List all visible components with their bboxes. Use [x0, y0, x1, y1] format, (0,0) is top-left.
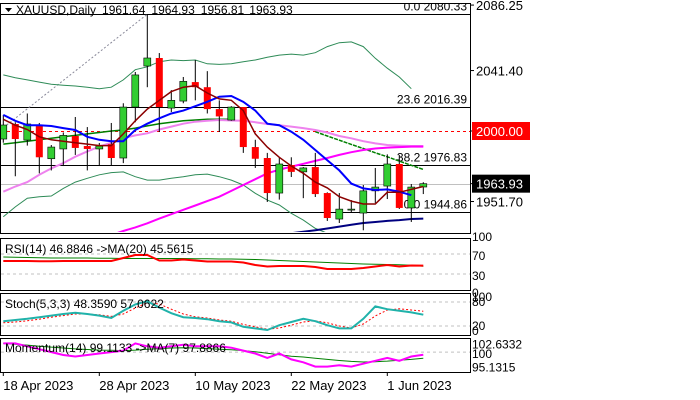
bollinger-lower-band: [2, 171, 326, 232]
candle: [191, 60, 199, 101]
time-axis-label: 1 Jun 2023: [387, 378, 451, 393]
price-axis-label: 1951.70: [476, 195, 523, 210]
price-axis-label: 2086.25: [476, 0, 523, 13]
price-axis-label: 2041.40: [476, 64, 523, 79]
candle-body: [251, 147, 259, 159]
stoch-label: Stoch(5,3,3) 48.3590 57.0622: [5, 297, 164, 311]
price-axis-label: 2000.00: [476, 124, 523, 139]
stoch-axis-label: 100: [472, 290, 492, 304]
time-axis-label: 10 May 2023: [195, 378, 270, 393]
price-chart[interactable]: 0.0 2080.3323.6 2016.3938.2 1976.830.0 1…: [0, 0, 700, 400]
candle-body: [335, 208, 344, 220]
rsi-line: [3, 254, 424, 270]
main-plot: 0.0 2080.3323.6 2016.3938.2 1976.830.0 1…: [1, 0, 470, 232]
momentum-label: Momentum(14) 99.1133 ->MA(7) 97.8866: [5, 341, 226, 355]
rsi-axis-label: 100: [472, 230, 492, 244]
candle-body: [347, 208, 356, 211]
candle-body: [323, 193, 331, 219]
candle: [323, 192, 331, 221]
candle: [11, 122, 19, 177]
momentum-axis-label: 100: [472, 347, 492, 361]
candle-body: [83, 146, 91, 149]
candle-body: [35, 126, 43, 158]
candle-body: [23, 123, 32, 141]
candle-body: [47, 146, 56, 160]
candle: [179, 76, 188, 104]
chart-window: 0.0 2080.33 23.6 2016.39 38.2 1976.83 0.0 1…: [0, 0, 700, 400]
candle-body: [143, 57, 152, 67]
candle: [215, 100, 223, 133]
rsi-axis-label: 70: [472, 249, 486, 263]
candle: [263, 152, 271, 202]
title-part: 1961.64: [102, 3, 146, 17]
fib-level-label: 23.6 2016.39: [397, 93, 467, 107]
candle-body: [395, 163, 403, 208]
candle-body: [275, 163, 284, 194]
candle: [143, 14, 152, 88]
rsi-axis-label: 30: [472, 269, 486, 283]
title-part: 1956.81: [201, 3, 245, 17]
candle-body: [227, 106, 236, 121]
time-axis-label: 28 Apr 2023: [99, 378, 169, 393]
candle-body: [95, 145, 104, 150]
candle: [95, 142, 104, 167]
time-axis-label: 18 Apr 2023: [3, 378, 73, 393]
fib-level-label: 0.0 2080.33: [404, 0, 468, 14]
candle: [131, 72, 140, 123]
title-part: 1963.93: [249, 3, 293, 17]
candle: [419, 182, 428, 195]
candle: [251, 139, 259, 168]
fib-level-label: 38.2 1976.83: [397, 151, 467, 165]
time-axis-label: 22 May 2023: [291, 378, 366, 393]
rsi-label: RSI(14) 46.8846 ->MA(20) 45.5615: [5, 242, 194, 256]
candle-body: [263, 158, 271, 194]
candle: [71, 116, 79, 155]
candle-body: [239, 107, 247, 148]
title-part: XAUUSD,Daily: [16, 3, 96, 17]
candle: [371, 167, 380, 203]
dropdown-triangle-icon: [5, 8, 12, 12]
candle-body: [119, 106, 128, 159]
momentum-axis-label: 95.1315: [472, 360, 516, 374]
candle-body: [1, 124, 8, 140]
candle-body: [167, 100, 176, 109]
candle: [227, 106, 236, 121]
candle-body: [383, 163, 392, 187]
title-part: 1964.93: [151, 3, 195, 17]
candle-body: [359, 190, 368, 214]
candle-body: [215, 109, 223, 117]
price-axis-label: 1963.93: [476, 177, 523, 192]
stoch-axis-label: 0: [472, 324, 479, 338]
candle-body: [179, 81, 188, 102]
chart-title: XAUUSD,Daily 1961.64 1964.93 1956.81 1963.93: [16, 3, 293, 17]
pink-moving-average: [2, 118, 424, 193]
candle-body: [203, 87, 211, 110]
candle: [275, 157, 284, 200]
candle-body: [131, 74, 140, 108]
